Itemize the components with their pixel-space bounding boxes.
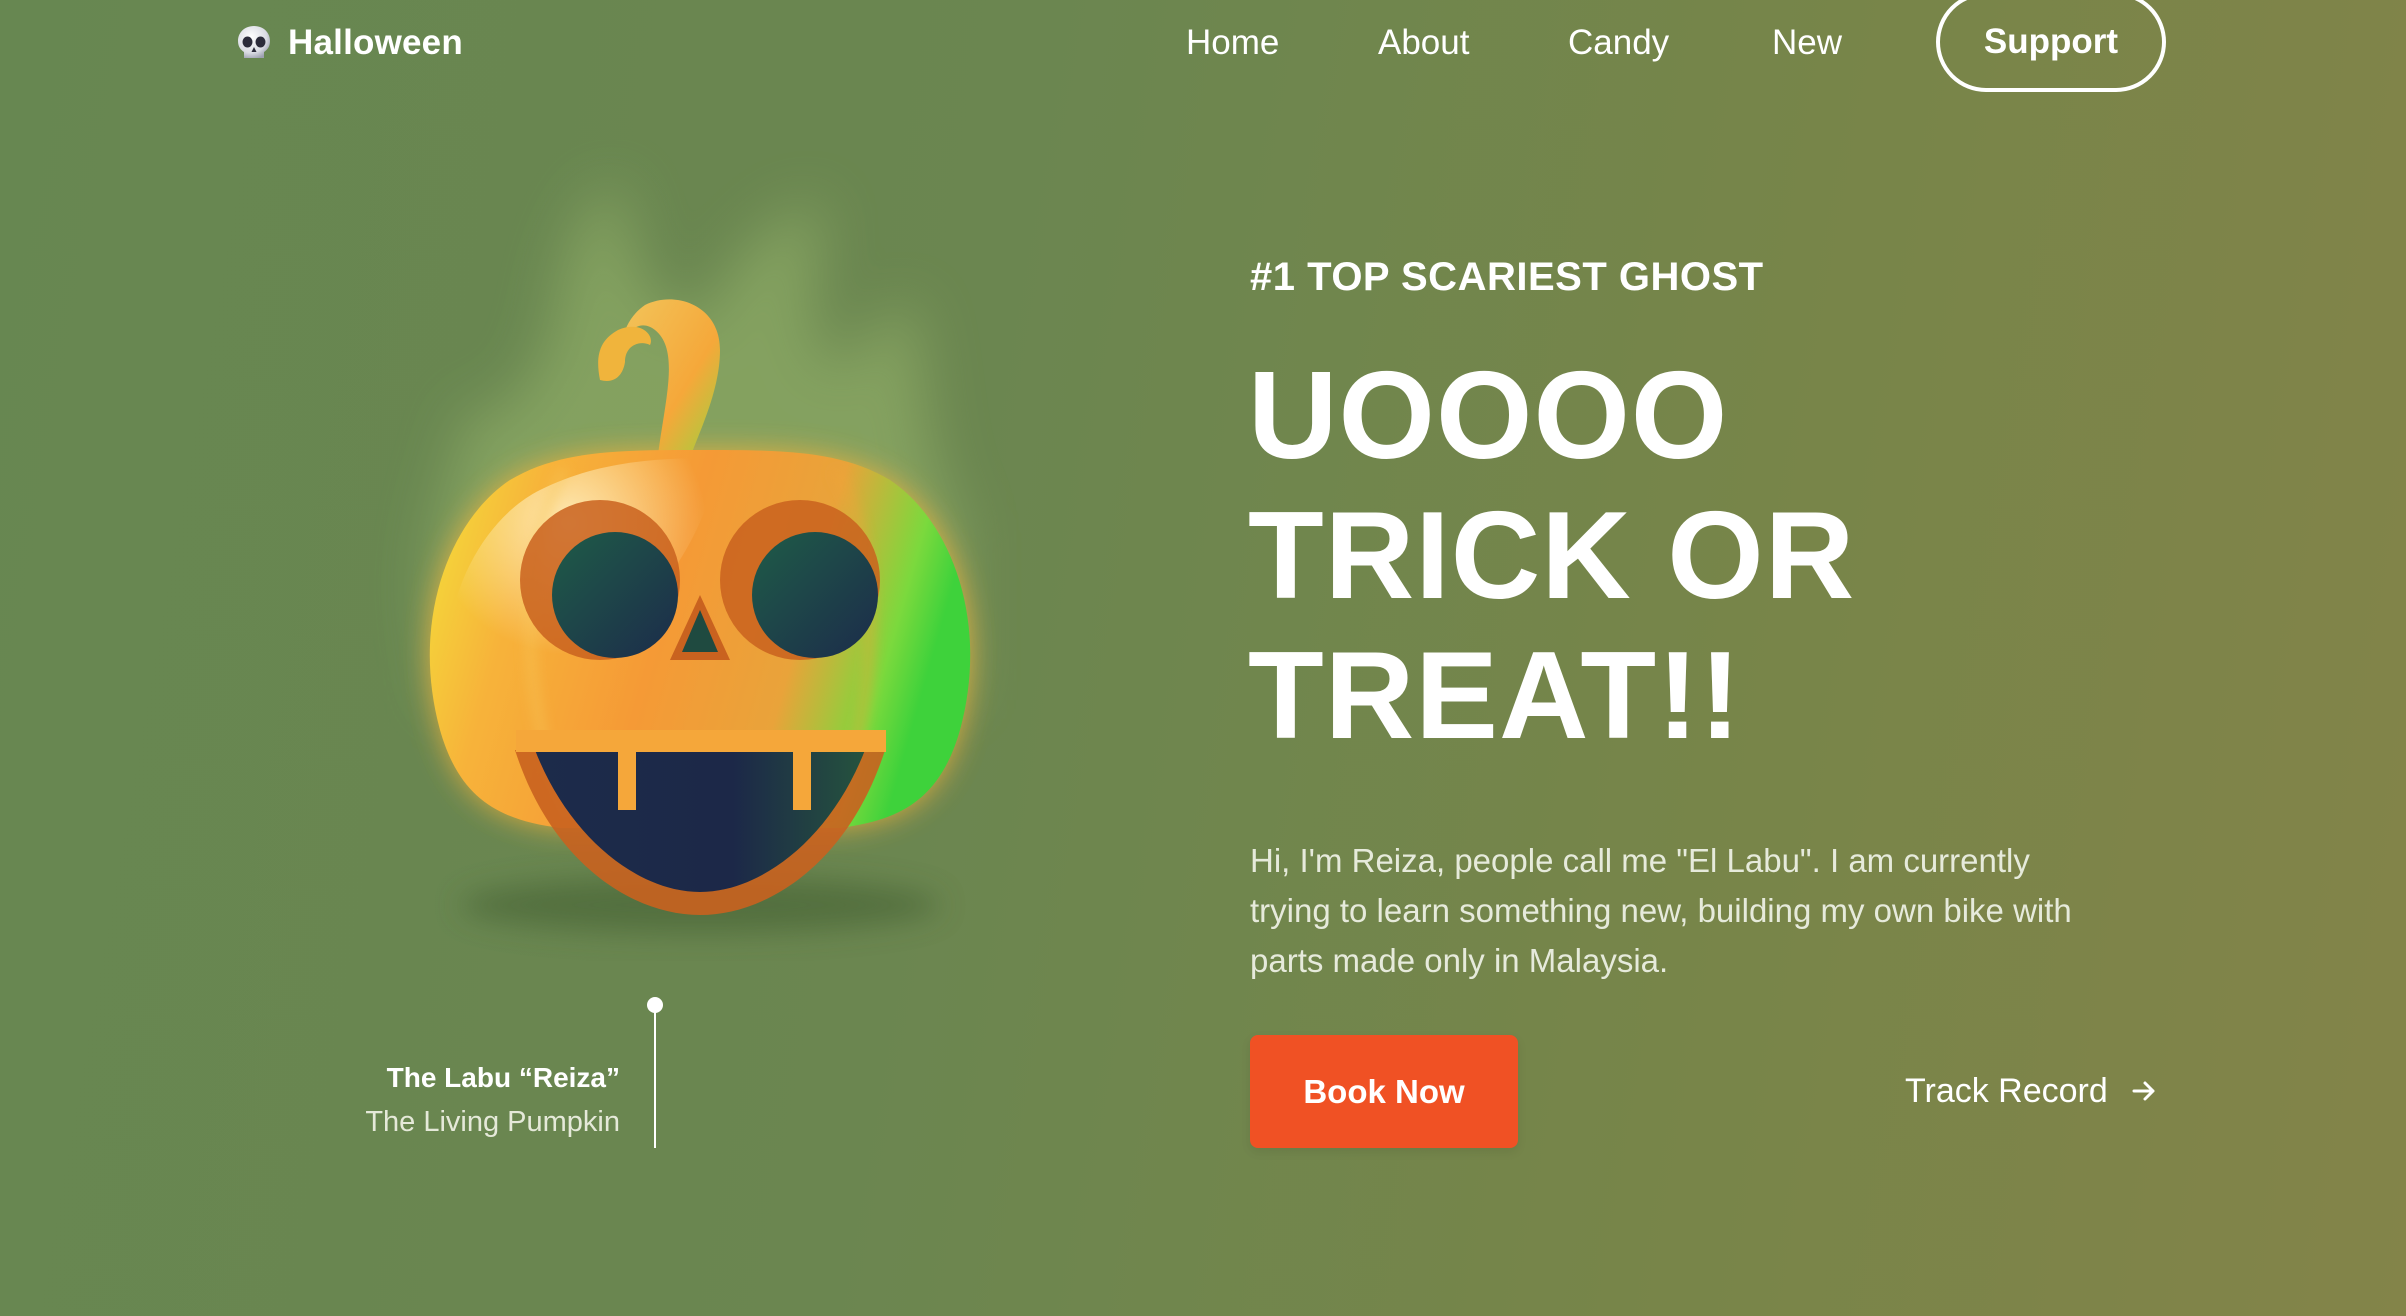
character-caption: The Labu “Reiza” The Living Pumpkin xyxy=(365,1062,620,1139)
character-name: The Labu “Reiza” xyxy=(386,1062,620,1093)
brand-name: Halloween xyxy=(288,23,463,62)
character-subtitle: The Living Pumpkin xyxy=(365,1106,620,1138)
pumpkin-illustration xyxy=(300,140,1100,990)
arrow-right-icon xyxy=(2132,1081,2155,1101)
caption-pointer-line xyxy=(654,1004,656,1148)
support-button[interactable]: Support xyxy=(1936,0,2166,92)
nav-link-about[interactable]: About xyxy=(1378,23,1469,63)
nav-link-home[interactable]: Home xyxy=(1186,23,1279,63)
skull-icon xyxy=(238,26,270,58)
track-record-link[interactable]: Track Record xyxy=(1905,1068,2158,1114)
hero-headline: UOOOO TRICK OR TREAT!! xyxy=(1248,346,1855,766)
hero-description: Hi, I'm Reiza, people call me "El Labu".… xyxy=(1250,842,2072,979)
brand-logo[interactable]: Halloween xyxy=(234,20,463,66)
nav-link-new[interactable]: New xyxy=(1772,23,1842,63)
headline-line-3: TREAT!! xyxy=(1248,627,1742,765)
headline-line-1: UOOOO xyxy=(1248,347,1729,485)
headline-line-2: TRICK OR xyxy=(1248,487,1856,625)
book-now-button[interactable]: Book Now xyxy=(1250,1035,1518,1148)
pumpkin-icon xyxy=(429,180,971,933)
track-record-label: Track Record xyxy=(1905,1071,2108,1110)
hero-eyebrow: #1 TOP SCARIEST GHOST xyxy=(1250,255,1764,299)
nav-link-candy[interactable]: Candy xyxy=(1568,23,1669,63)
